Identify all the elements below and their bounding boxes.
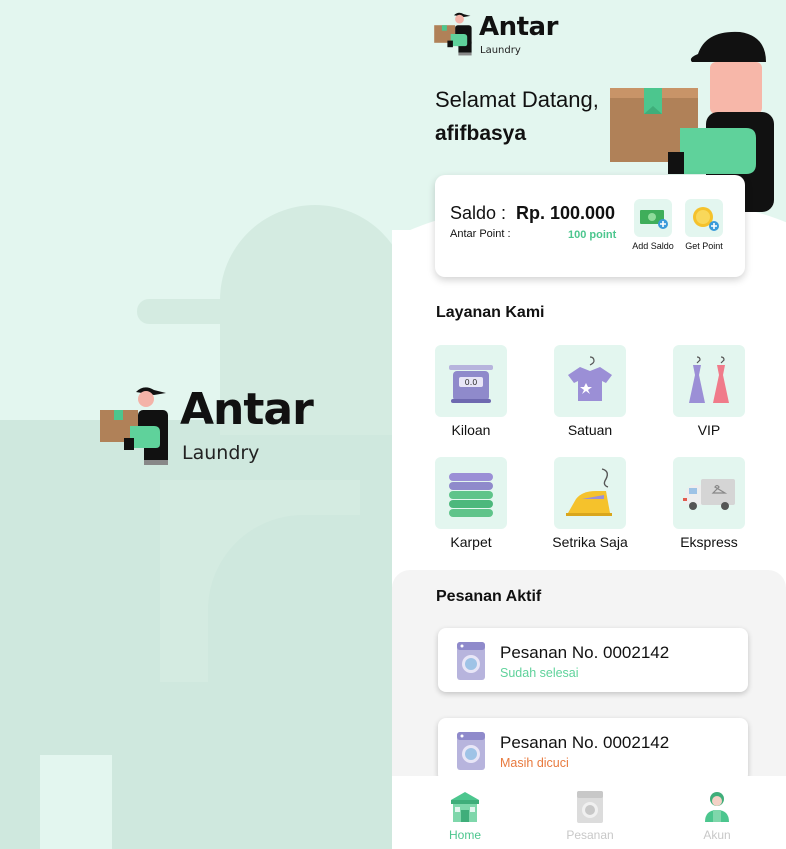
washing-machine-icon [577, 791, 603, 823]
splash-screen: Antar Laundry [0, 0, 392, 849]
services-title: Layanan Kami [436, 304, 545, 321]
saldo-label: Saldo : [450, 203, 507, 223]
delivery-man-logo-icon [434, 12, 472, 56]
nav-pesanan[interactable]: Pesanan [545, 790, 635, 842]
nav-akun-label: Akun [703, 828, 731, 842]
delivery-man-logo-icon [100, 387, 168, 465]
home-screen: Antar Laundry Selamat Datang, afifbasya … [392, 0, 786, 849]
service-label: Satuan [567, 422, 613, 438]
washing-machine-icon [457, 732, 485, 770]
delivery-truck-icon [673, 457, 745, 529]
nav-home-label: Home [448, 828, 481, 842]
service-label: Setrika Saja [552, 534, 628, 550]
splash-logo: Antar Laundry [100, 384, 314, 466]
point-label: Antar Point : [450, 228, 511, 240]
splash-brand-tagline: Laundry [182, 442, 260, 464]
money-add-icon [634, 199, 672, 237]
dresses-icon [673, 345, 745, 417]
carpet-stack-icon [435, 457, 507, 529]
nav-pesanan-label: Pesanan [566, 828, 614, 842]
add-saldo-label: Add Saldo [632, 241, 674, 251]
add-saldo-button[interactable]: Add Saldo [631, 199, 675, 251]
nav-akun[interactable]: Akun [672, 790, 762, 842]
order-number: Pesanan No. 0002142 [500, 733, 670, 752]
svg-text:0.0: 0.0 [465, 378, 478, 387]
service-label: Ekspress [680, 534, 738, 550]
service-kiloan[interactable]: 0.0 Kiloan [426, 345, 516, 438]
order-card[interactable]: Pesanan No. 0002142 Masih dicuci [438, 718, 748, 782]
balance-card: Saldo : Rp. 100.000 Antar Point : 100 po… [435, 175, 745, 277]
scale-icon: 0.0 [435, 345, 507, 417]
service-setrika-saja[interactable]: Setrika Saja [545, 457, 635, 550]
point-value: 100 point [568, 229, 617, 241]
coin-add-icon [685, 199, 723, 237]
laundry-shop-icon [451, 792, 479, 822]
active-orders-title: Pesanan Aktif [436, 588, 542, 605]
splash-bg-shape [112, 755, 208, 849]
order-card[interactable]: Pesanan No. 0002142 Sudah selesai [438, 628, 748, 692]
service-label: Kiloan [451, 422, 491, 438]
service-ekspress[interactable]: Ekspress [664, 457, 754, 550]
order-number: Pesanan No. 0002142 [500, 643, 670, 662]
nav-home[interactable]: Home [420, 790, 510, 842]
app-brand-tagline: Laundry [480, 45, 521, 56]
shirt-icon [554, 345, 626, 417]
washing-machine-icon [457, 642, 485, 680]
iron-icon [554, 457, 626, 529]
get-point-button[interactable]: Get Point [682, 199, 726, 251]
username: afifbasya [435, 122, 527, 145]
person-icon [705, 792, 729, 822]
greeting-text: Selamat Datang, [435, 87, 599, 112]
order-status: Masih dicuci [500, 756, 569, 770]
saldo-value: Rp. 100.000 [516, 203, 616, 223]
app-logo: Antar Laundry [432, 12, 562, 58]
app-brand-name: Antar [479, 12, 558, 42]
splash-brand-name: Antar [180, 384, 314, 435]
service-label: Karpet [450, 534, 492, 550]
service-karpet[interactable]: Karpet [426, 457, 516, 550]
service-label: VIP [697, 422, 721, 438]
splash-bg-shape [0, 755, 40, 849]
order-status: Sudah selesai [500, 666, 579, 680]
service-vip[interactable]: VIP [664, 345, 754, 438]
splash-bg-shape [208, 515, 392, 849]
bottom-navigation: Home Pesanan Akun [392, 776, 786, 849]
get-point-label: Get Point [685, 241, 723, 251]
splash-bg-shape [137, 299, 277, 324]
service-satuan[interactable]: Satuan [545, 345, 635, 438]
